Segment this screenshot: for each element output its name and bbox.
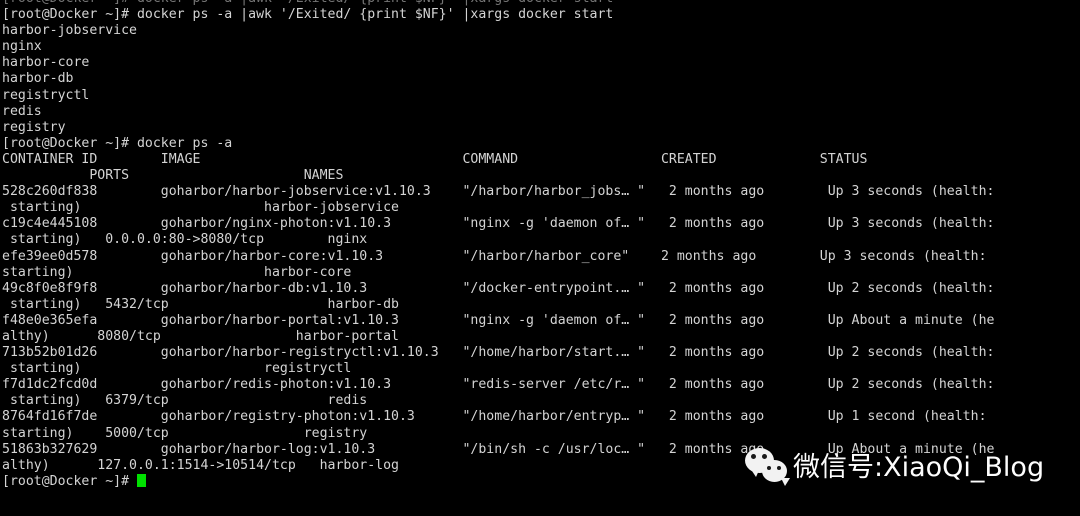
terminal-line: harbor-core (2, 55, 90, 71)
table-row: 8764fd16f7de goharbor/registry-photon:v1… (2, 409, 987, 425)
terminal-line: [root@Docker ~]# docker ps -a |awk '/Exi… (2, 7, 614, 23)
terminal-screen: [root@Docker ~]# docker ps -a |awk '/Exi… (0, 0, 1080, 490)
table-row-cont: starting) 5432/tcp harbor-db (2, 296, 399, 312)
table-row-cont: starting) harbor-core (2, 264, 352, 280)
terminal-line: nginx (2, 39, 42, 55)
table-row: 51863b327629 goharbor/harbor-log:v1.10.3… (2, 441, 995, 457)
command-prompt-line[interactable]: [root@Docker ~]# (2, 473, 1080, 490)
terminal-line: harbor-db (2, 71, 74, 87)
text-cursor (136, 473, 146, 487)
table-row: efe39ee0d578 goharbor/harbor-core:v1.10.… (2, 248, 987, 264)
table-row-cont: starting) 6379/tcp redis (2, 393, 368, 409)
terminal-line: [root@Docker ~]# docker ps -a |awk '/Exi… (2, 0, 1080, 7)
table-row: 713b52b01d26 goharbor/harbor-registryctl… (2, 345, 995, 361)
table-row-cont: starting) registryctl (2, 361, 352, 377)
table-row: 49c8f0e8f9f8 goharbor/harbor-db:v1.10.3 … (2, 280, 995, 296)
table-row-cont: starting) 5000/tcp registry (2, 425, 368, 441)
terminal-line: harbor-jobservice (2, 23, 137, 39)
terminal-line: registryctl (2, 87, 90, 103)
table-row-cont: althy) 8080/tcp harbor-portal (2, 328, 399, 344)
table-header-row-cont: PORTS NAMES (2, 168, 344, 184)
terminal-line: redis (2, 103, 42, 119)
table-header-row: CONTAINER ID IMAGE COMMAND CREATED STATU… (2, 151, 868, 167)
terminal-window[interactable]: [root@Docker ~]# docker ps -a |awk '/Exi… (0, 0, 1080, 516)
table-row: 528c260df838 goharbor/harbor-jobservice:… (2, 184, 995, 200)
table-row-cont: althy) 127.0.0.1:1514->10514/tcp harbor-… (2, 457, 399, 473)
terminal-line: [root@Docker ~]# docker ps -a (2, 135, 233, 151)
prompt-text: [root@Docker ~]# (2, 473, 137, 489)
terminal-line: registry (2, 119, 66, 135)
table-row: f48e0e365efa goharbor/harbor-portal:v1.1… (2, 312, 995, 328)
table-row: f7d1dc2fcd0d goharbor/redis-photon:v1.10… (2, 377, 995, 393)
table-row-cont: starting) 0.0.0.0:80->8080/tcp nginx (2, 232, 368, 248)
table-row-cont: starting) harbor-jobservice (2, 200, 399, 216)
table-row: c19c4e445108 goharbor/nginx-photon:v1.10… (2, 216, 995, 232)
